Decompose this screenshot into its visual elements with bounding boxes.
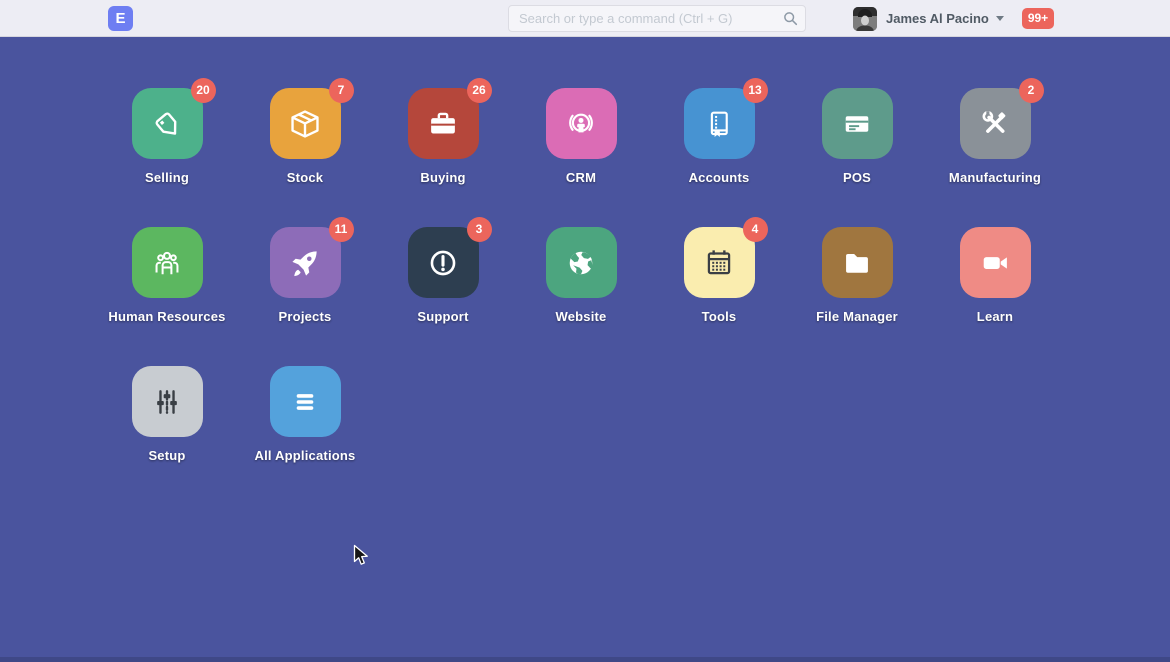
- app-label: Buying: [420, 170, 465, 185]
- app-tile-setup[interactable]: Setup: [98, 366, 236, 463]
- app-tile-learn[interactable]: Learn: [926, 227, 1064, 324]
- user-menu[interactable]: James Al Pacino: [853, 6, 1004, 31]
- notification-count-badge: 13: [743, 78, 768, 103]
- tag-icon: [148, 105, 186, 143]
- app-tile-website[interactable]: Website: [512, 227, 650, 324]
- app-tile-pos[interactable]: POS: [788, 88, 926, 185]
- app-tile-human-resources[interactable]: Human Resources: [98, 227, 236, 324]
- navbar: E James Al Pacino 99+: [0, 0, 1170, 37]
- app-label: Projects: [279, 309, 332, 324]
- notifications-badge[interactable]: 99+: [1022, 8, 1054, 29]
- issue-exclamation-icon: [424, 244, 462, 282]
- notification-count-badge: 11: [329, 217, 354, 242]
- menu-icon: [286, 383, 324, 421]
- app-label: Setup: [148, 448, 185, 463]
- app-label: Website: [555, 309, 606, 324]
- app-tile-selling[interactable]: 20 Selling: [98, 88, 236, 185]
- folder-icon: [838, 244, 876, 282]
- notification-count-badge: 20: [191, 78, 216, 103]
- app-tile-support[interactable]: 3 Support: [374, 227, 512, 324]
- app-label: Support: [417, 309, 468, 324]
- app-tile-tools[interactable]: 4 Tools: [650, 227, 788, 324]
- notification-count-badge: 4: [743, 217, 768, 242]
- calendar-icon: [700, 244, 738, 282]
- app-grid: 20 Selling 7 Stock 26 Buying CRM 13 Acco…: [98, 88, 1068, 505]
- search-bar: [508, 5, 806, 32]
- notification-count-badge: 3: [467, 217, 492, 242]
- video-camera-icon: [976, 244, 1014, 282]
- chevron-down-icon: [996, 16, 1004, 21]
- notification-count-badge: 26: [467, 78, 492, 103]
- app-label: Accounts: [689, 170, 750, 185]
- app-tile-all-applications[interactable]: All Applications: [236, 366, 374, 463]
- sliders-icon: [148, 383, 186, 421]
- app-tile-stock[interactable]: 7 Stock: [236, 88, 374, 185]
- app-label: Tools: [702, 309, 737, 324]
- app-label: Manufacturing: [949, 170, 1041, 185]
- app-label: Learn: [977, 309, 1013, 324]
- app-label: POS: [843, 170, 871, 185]
- briefcase-icon: [424, 105, 462, 143]
- app-logo[interactable]: E: [108, 6, 133, 31]
- credit-card-icon: [838, 105, 876, 143]
- desktop: 20 Selling 7 Stock 26 Buying CRM 13 Acco…: [0, 38, 1170, 662]
- app-label: File Manager: [816, 309, 898, 324]
- wrench-screwdriver-icon: [976, 105, 1014, 143]
- globe-icon: [562, 244, 600, 282]
- ledger-book-icon: [700, 105, 738, 143]
- app-tile-buying[interactable]: 26 Buying: [374, 88, 512, 185]
- app-label: Selling: [145, 170, 189, 185]
- app-tile-accounts[interactable]: 13 Accounts: [650, 88, 788, 185]
- app-label: CRM: [566, 170, 596, 185]
- avatar: [853, 7, 877, 31]
- bottom-edge: [0, 657, 1170, 662]
- notification-count-badge: 2: [1019, 78, 1044, 103]
- app-label: Stock: [287, 170, 323, 185]
- app-label: All Applications: [255, 448, 356, 463]
- app-tile-projects[interactable]: 11 Projects: [236, 227, 374, 324]
- rocket-icon: [286, 244, 324, 282]
- app-tile-file-manager[interactable]: File Manager: [788, 227, 926, 324]
- podcast-person-icon: [562, 105, 600, 143]
- user-name: James Al Pacino: [886, 11, 989, 26]
- people-group-icon: [148, 244, 186, 282]
- app-tile-crm[interactable]: CRM: [512, 88, 650, 185]
- box-icon: [286, 105, 324, 143]
- app-tile-manufacturing[interactable]: 2 Manufacturing: [926, 88, 1064, 185]
- search-icon: [783, 11, 798, 26]
- app-label: Human Resources: [108, 309, 225, 324]
- notification-count-badge: 7: [329, 78, 354, 103]
- search-input[interactable]: [508, 5, 806, 32]
